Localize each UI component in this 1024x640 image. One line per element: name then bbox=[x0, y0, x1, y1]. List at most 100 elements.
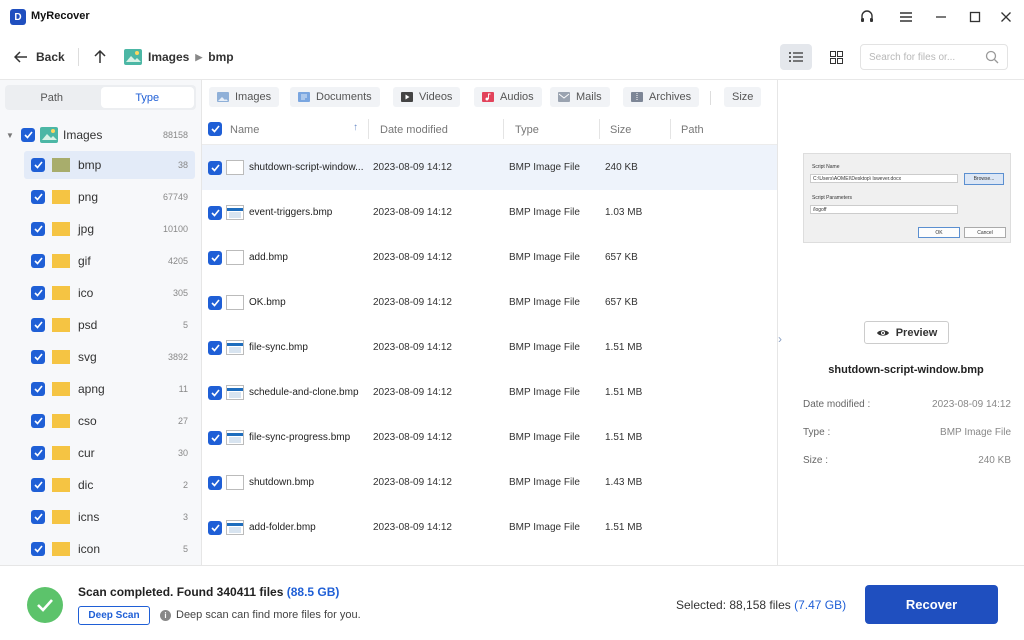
item-checkbox[interactable] bbox=[31, 350, 45, 364]
table-row[interactable]: file-sync.bmp 2023-08-09 14:12 BMP Image F… bbox=[202, 325, 777, 370]
recover-button[interactable]: Recover bbox=[865, 585, 998, 624]
row-checkbox[interactable] bbox=[208, 340, 222, 355]
column-divider bbox=[368, 119, 369, 139]
column-name[interactable]: Name bbox=[230, 114, 259, 145]
item-checkbox[interactable] bbox=[31, 318, 45, 332]
list-view-button[interactable] bbox=[780, 44, 812, 70]
preview-button[interactable]: Preview bbox=[864, 321, 949, 344]
sidebar-item-bmp[interactable]: bmp 38 bbox=[24, 151, 195, 179]
root-checkbox[interactable] bbox=[21, 128, 35, 142]
table-row[interactable]: schedule-and-clone.bmp 2023-08-09 14:12 BM… bbox=[202, 370, 777, 415]
item-checkbox[interactable] bbox=[31, 254, 45, 268]
table-row[interactable]: add-folder.bmp 2023-08-09 14:12 BMP Image … bbox=[202, 505, 777, 550]
sidebar-item-psd[interactable]: psd 5 bbox=[24, 311, 195, 339]
up-directory-button[interactable] bbox=[91, 47, 109, 67]
item-checkbox[interactable] bbox=[31, 478, 45, 492]
collapse-triangle-icon[interactable]: ▼ bbox=[6, 131, 14, 140]
detail-value: BMP Image File bbox=[940, 427, 1011, 438]
sidebar-item-apng[interactable]: apng 11 bbox=[24, 375, 195, 403]
table-row[interactable]: shutdown.bmp 2023-08-09 14:12 BMP Image Fi… bbox=[202, 460, 777, 505]
column-path[interactable]: Path bbox=[681, 114, 704, 145]
sidebar-item-count: 30 bbox=[177, 448, 188, 458]
sidebar-item-ico[interactable]: ico 305 bbox=[24, 279, 195, 307]
sidebar-item-label: cur bbox=[78, 446, 95, 460]
breadcrumb-item-images[interactable]: Images bbox=[148, 50, 189, 64]
tab-type[interactable]: Type bbox=[100, 87, 194, 108]
item-checkbox[interactable] bbox=[31, 542, 45, 556]
maximize-icon[interactable] bbox=[964, 6, 986, 28]
filter-audios[interactable]: Audios bbox=[474, 87, 542, 107]
deep-scan-button[interactable]: Deep Scan bbox=[78, 606, 150, 625]
row-file-name: file-sync-progress.bmp bbox=[249, 432, 351, 443]
filter-documents[interactable]: Documents bbox=[290, 87, 380, 107]
column-divider bbox=[503, 119, 504, 139]
bmp-thumbnail-icon bbox=[226, 340, 244, 355]
close-icon[interactable] bbox=[995, 6, 1017, 28]
row-checkbox[interactable] bbox=[208, 430, 222, 445]
row-date-modified: 2023-08-09 14:12 bbox=[373, 432, 452, 443]
column-type[interactable]: Type bbox=[515, 114, 539, 145]
select-all-checkbox[interactable] bbox=[208, 122, 222, 136]
sidebar-item-cur[interactable]: cur 30 bbox=[24, 439, 195, 467]
row-checkbox[interactable] bbox=[208, 475, 222, 490]
sidebar-item-svg[interactable]: svg 3892 bbox=[24, 343, 195, 371]
row-checkbox[interactable] bbox=[208, 295, 222, 310]
item-checkbox[interactable] bbox=[31, 158, 45, 172]
row-file-name: shutdown.bmp bbox=[249, 477, 315, 488]
table-row[interactable]: add.bmp 2023-08-09 14:12 BMP Image File 657… bbox=[202, 235, 777, 280]
sidebar-item-gif[interactable]: gif 4205 bbox=[24, 247, 195, 275]
filter-size[interactable]: Size bbox=[724, 87, 762, 107]
row-checkbox[interactable] bbox=[208, 520, 222, 535]
sort-ascending-icon[interactable]: ↑ bbox=[353, 122, 358, 133]
collapse-panel-chevron-icon[interactable]: › bbox=[778, 332, 782, 346]
sidebar-item-count: 67749 bbox=[162, 192, 188, 202]
item-checkbox[interactable] bbox=[31, 222, 45, 236]
item-checkbox[interactable] bbox=[31, 382, 45, 396]
filter-archives[interactable]: Archives bbox=[623, 87, 700, 107]
minimize-icon[interactable] bbox=[930, 6, 952, 28]
sidebar-item-icon[interactable]: icon 5 bbox=[24, 535, 195, 563]
item-checkbox[interactable] bbox=[31, 190, 45, 204]
item-checkbox[interactable] bbox=[31, 446, 45, 460]
folder-icon bbox=[52, 286, 70, 300]
up-arrow-icon bbox=[94, 50, 106, 63]
selection-count: Selected: 88,158 files bbox=[676, 598, 791, 612]
row-checkbox[interactable] bbox=[208, 160, 222, 175]
tab-path[interactable]: Path bbox=[5, 85, 99, 110]
item-checkbox[interactable] bbox=[31, 414, 45, 428]
support-headset-icon[interactable] bbox=[856, 6, 878, 28]
column-size[interactable]: Size bbox=[610, 114, 631, 145]
filter-images[interactable]: Images bbox=[209, 87, 280, 107]
row-checkbox[interactable] bbox=[208, 385, 222, 400]
grid-view-button[interactable] bbox=[820, 44, 852, 70]
sidebar-item-cso[interactable]: cso 27 bbox=[24, 407, 195, 435]
back-button[interactable]: Back bbox=[14, 46, 65, 68]
sidebar-item-dic[interactable]: dic 2 bbox=[24, 471, 195, 499]
menu-icon[interactable] bbox=[895, 6, 917, 28]
search-icon[interactable] bbox=[985, 50, 999, 64]
filter-videos[interactable]: Videos bbox=[393, 87, 461, 107]
sidebar: Path Type ▼ Images 88158 bmp 38 png 67749 jp… bbox=[0, 80, 202, 565]
item-checkbox[interactable] bbox=[31, 510, 45, 524]
table-row[interactable]: shutdown-script-window... 2023-08-09 14:1… bbox=[202, 145, 777, 190]
row-checkbox[interactable] bbox=[208, 250, 222, 265]
sidebar-item-label: cso bbox=[78, 414, 97, 428]
search-input[interactable] bbox=[869, 51, 979, 63]
row-size: 1.51 MB bbox=[605, 387, 643, 398]
column-date-modified[interactable]: Date modified bbox=[380, 114, 448, 145]
sidebar-item-icns[interactable]: icns 3 bbox=[24, 503, 195, 531]
row-type: BMP Image File bbox=[509, 387, 580, 398]
breadcrumb-item-bmp[interactable]: bmp bbox=[208, 50, 233, 64]
bmp-thumbnail-icon bbox=[226, 520, 244, 535]
column-divider bbox=[670, 119, 671, 139]
item-checkbox[interactable] bbox=[31, 286, 45, 300]
row-checkbox[interactable] bbox=[208, 205, 222, 220]
sidebar-item-png[interactable]: png 67749 bbox=[24, 183, 195, 211]
table-row[interactable]: file-sync-progress.bmp 2023-08-09 14:12 BM… bbox=[202, 415, 777, 460]
tree-root-images[interactable]: ▼ Images 88158 bbox=[0, 123, 201, 147]
table-row[interactable]: OK.bmp 2023-08-09 14:12 BMP Image File 657 … bbox=[202, 280, 777, 325]
table-row[interactable]: event-triggers.bmp 2023-08-09 14:12 BMP Im… bbox=[202, 190, 777, 235]
filter-mails[interactable]: Mails bbox=[550, 87, 610, 107]
detail-label: Date modified : bbox=[803, 399, 871, 410]
sidebar-item-jpg[interactable]: jpg 10100 bbox=[24, 215, 195, 243]
